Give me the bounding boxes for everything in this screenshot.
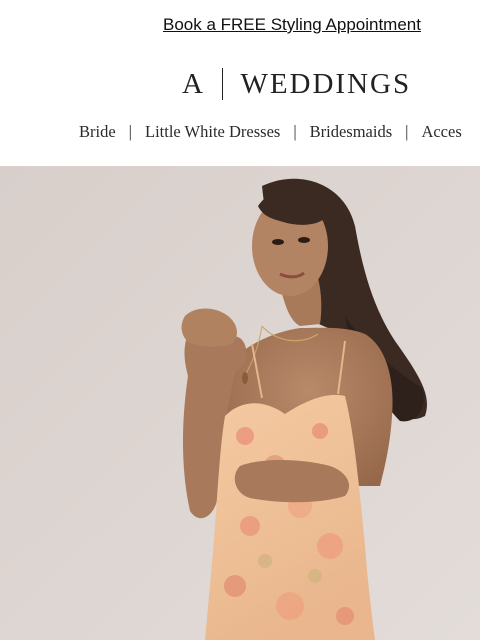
brand-logo[interactable]: A WEDDINGS <box>182 64 411 104</box>
nav-item-accessories[interactable]: Acces <box>421 122 461 142</box>
logo-divider <box>221 68 224 100</box>
nav-item-bridesmaids[interactable]: Bridesmaids <box>310 122 393 142</box>
nav-separator: | <box>128 122 132 141</box>
logo-wordmark: WEDDINGS <box>240 67 412 100</box>
nav-item-bride[interactable]: Bride <box>79 122 116 142</box>
nav-item-little-white-dresses[interactable]: Little White Dresses <box>145 122 280 142</box>
main-nav: Bride | Little White Dresses | Bridesmai… <box>79 120 462 144</box>
logo-letter: A <box>182 67 205 100</box>
hero-image[interactable] <box>0 166 480 640</box>
hero-model-photo <box>0 166 480 640</box>
nav-separator: | <box>405 122 409 141</box>
styling-appointment-link[interactable]: Book a FREE Styling Appointment <box>163 14 421 36</box>
nav-separator: | <box>293 122 297 141</box>
